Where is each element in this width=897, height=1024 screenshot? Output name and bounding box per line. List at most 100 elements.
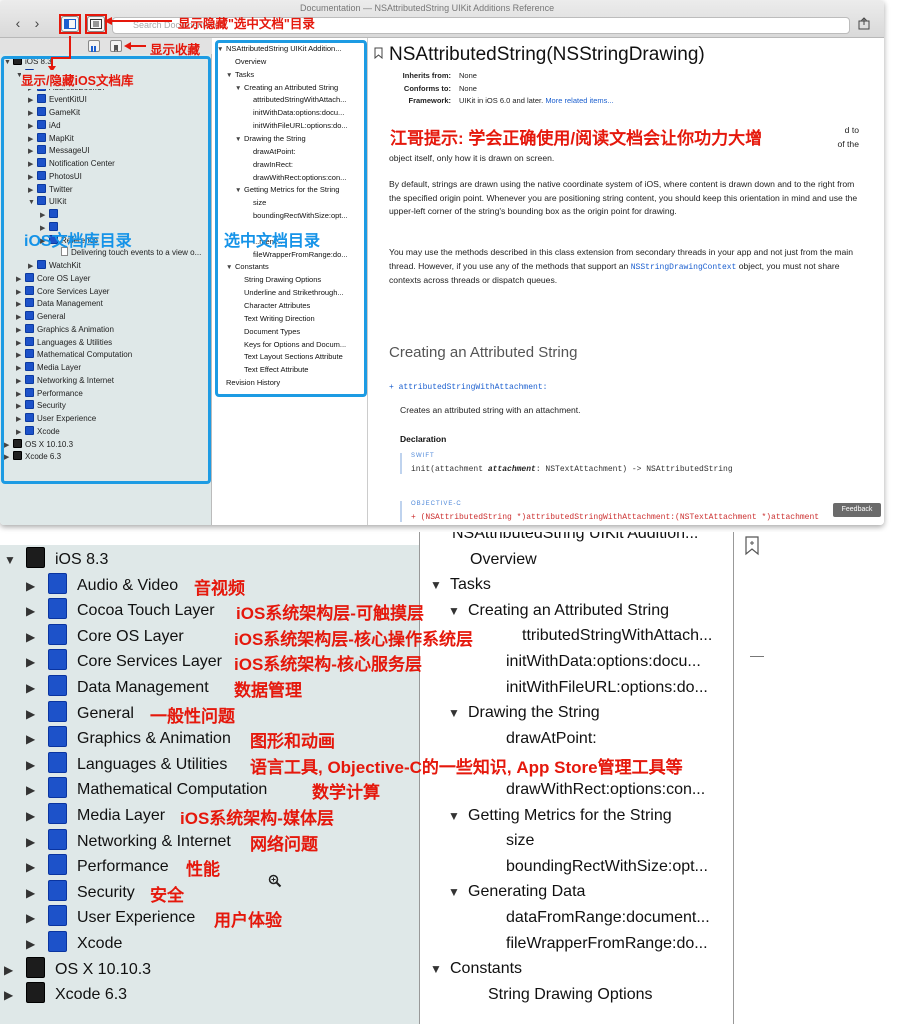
disclosure-closed-icon[interactable]: ▶ bbox=[26, 881, 48, 905]
zoom-annotation: 数学计算 bbox=[312, 783, 380, 803]
zoom-toc-row[interactable]: ▼ Generating Data bbox=[448, 880, 585, 904]
zoom-annotation: 数据管理 bbox=[234, 681, 302, 700]
share-icon[interactable] bbox=[858, 17, 871, 30]
disclosure-open-icon[interactable]: ▼ bbox=[448, 804, 468, 828]
zoom-toc-row[interactable]: fileWrapperFromRange:do... bbox=[506, 932, 708, 956]
swift-code: init(attachment attachment: NSTextAttach… bbox=[411, 465, 870, 474]
zoom-toc-row-label: Generating Data bbox=[468, 883, 586, 901]
disclosure-closed-icon[interactable]: ▶ bbox=[26, 778, 48, 802]
disclosure-closed-icon[interactable]: ▶ bbox=[26, 830, 48, 854]
book-icon bbox=[48, 700, 67, 722]
disclosure-closed-icon[interactable]: ▶ bbox=[26, 625, 48, 649]
zoom-library-row-label: Audio & Video bbox=[77, 576, 179, 594]
zoom-library-row-label: Graphics & Animation bbox=[77, 730, 231, 748]
zoom-toc-row[interactable]: ▼ Constants bbox=[430, 957, 522, 981]
zoom-library-row-label: Media Layer bbox=[77, 807, 166, 824]
related-items-link[interactable]: More related items... bbox=[545, 96, 613, 105]
disclosure-open-icon[interactable]: ▼ bbox=[4, 548, 26, 572]
zoom-library-row[interactable]: ▶ Xcode bbox=[26, 931, 122, 955]
disclosure-closed-icon[interactable]: ▶ bbox=[26, 727, 48, 751]
zoom-library-row-label: OS X 10.10.3 bbox=[55, 960, 152, 978]
zoom-library-row[interactable]: ▶ Mathematical Computation bbox=[26, 777, 267, 801]
book-icon bbox=[26, 982, 45, 1004]
book-icon bbox=[48, 649, 67, 671]
disclosure-closed-icon[interactable]: ▶ bbox=[26, 599, 48, 623]
zoom-library-row[interactable]: ▶ Core OS Layer bbox=[26, 623, 184, 649]
zoom-annotation: iOS系统架构层-可触摸层 bbox=[236, 604, 424, 624]
disclosure-closed-icon[interactable]: ▶ bbox=[26, 932, 48, 956]
zoom-toc-row[interactable]: ▼ Tasks bbox=[430, 573, 491, 597]
feedback-button[interactable]: Feedback bbox=[833, 503, 881, 517]
disclosure-closed-icon[interactable]: ▶ bbox=[26, 855, 48, 879]
zoom-toc-row-label: initWithData:options:docu... bbox=[506, 653, 701, 670]
zoom-library-row[interactable]: ▼ iOS 8.3 bbox=[4, 547, 108, 571]
disclosure-closed-icon[interactable]: ▶ bbox=[4, 983, 26, 1007]
disclosure-open-icon[interactable]: ▼ bbox=[430, 573, 450, 597]
zoom-library-row-label: Cocoa Touch Layer bbox=[77, 602, 215, 620]
zoom-library-row[interactable]: ▶ Media Layer bbox=[26, 803, 165, 827]
zoom-library-row[interactable]: ▶ Cocoa Touch Layer bbox=[26, 598, 215, 622]
zoom-library-row[interactable]: ▶ Data Management bbox=[26, 675, 209, 699]
zoom-library-row-label: General bbox=[77, 704, 134, 722]
zoom-toc-row[interactable]: Overview bbox=[470, 548, 537, 572]
zoom-toc-row-label: Overview bbox=[470, 550, 537, 568]
zoom-library-row[interactable]: ▶ Xcode 6.3 bbox=[4, 982, 127, 1006]
disclosure-closed-icon[interactable]: ▶ bbox=[26, 753, 48, 777]
zoom-annotation: 用户体验 bbox=[214, 911, 282, 931]
disclosure-open-icon[interactable]: ▼ bbox=[448, 880, 468, 904]
disclosure-closed-icon[interactable]: ▶ bbox=[26, 906, 48, 930]
zoom-library-row[interactable]: ▶ Security bbox=[26, 879, 135, 905]
disclosure-closed-icon[interactable]: ▶ bbox=[26, 574, 48, 598]
zoom-toc-row[interactable]: ttributedStringWithAttach... bbox=[522, 624, 712, 648]
zoom-library-row[interactable]: ▶ User Experience bbox=[26, 905, 195, 929]
zoom-toc-row[interactable]: drawWithRect:options:con... bbox=[506, 778, 705, 802]
zoom-library-row-label: Data Management bbox=[77, 679, 209, 696]
zoom-library-row[interactable]: ▶ Graphics & Animation bbox=[26, 726, 231, 750]
nsstringdrawingcontext-link[interactable]: NSStringDrawingContext bbox=[631, 263, 737, 272]
disclosure-closed-icon[interactable]: ▶ bbox=[4, 958, 26, 982]
zoom-toc-row[interactable]: size bbox=[506, 829, 534, 853]
zoom-library-row[interactable]: ▶ Audio & Video bbox=[26, 572, 179, 598]
annotation-show-favorites: 显示收藏 bbox=[150, 43, 201, 57]
zoom-toc-row[interactable]: initWithData:options:docu... bbox=[506, 650, 701, 674]
zoom-library-row[interactable]: ▶ General bbox=[26, 700, 134, 726]
disclosure-closed-icon[interactable]: ▶ bbox=[26, 650, 48, 674]
disclosure-closed-icon[interactable]: ▶ bbox=[26, 676, 48, 700]
document-content: NSAttributedString(NSStringDrawing) Inhe… bbox=[369, 38, 884, 525]
zoom-library-row-label: Performance bbox=[77, 858, 169, 876]
zoom-toc-row[interactable]: dataFromRange:document... bbox=[506, 906, 710, 930]
disclosure-closed-icon[interactable]: ▶ bbox=[26, 804, 48, 828]
zoom-library-row[interactable]: ▶ OS X 10.10.3 bbox=[4, 956, 152, 982]
zoom-toc-row[interactable]: NSAttributedString UIKit Addition... bbox=[452, 532, 698, 546]
zoom-toc-row-label: drawAtPoint: bbox=[506, 729, 597, 747]
method-link[interactable]: + attributedStringWithAttachment: bbox=[389, 383, 547, 392]
disclosure-closed-icon[interactable]: ▶ bbox=[26, 702, 48, 726]
zoom-toc-row-label: boundingRectWithSize:opt... bbox=[506, 857, 708, 875]
disclosure-open-icon[interactable]: ▼ bbox=[430, 957, 450, 981]
zoom-toc-row[interactable]: initWithFileURL:options:do... bbox=[506, 676, 708, 700]
swift-code-b: : NSTextAttachment) -> NSAttributedStrin… bbox=[535, 465, 733, 474]
disclosure-open-icon[interactable]: ▼ bbox=[448, 701, 468, 725]
zoom-library-row[interactable]: ▶ Networking & Internet bbox=[26, 828, 231, 854]
book-icon bbox=[48, 675, 67, 696]
arrow-head bbox=[124, 42, 131, 50]
zoom-toc-row[interactable]: boundingRectWithSize:opt... bbox=[506, 855, 708, 879]
zoom-library-row[interactable]: ▶ Performance bbox=[26, 854, 169, 878]
zoom-library-row[interactable]: ▶ Languages & Utilities bbox=[26, 751, 227, 777]
zoom-toc-row[interactable]: ▼ Drawing the String bbox=[448, 701, 600, 725]
zoom-annotation: 性能 bbox=[186, 860, 220, 880]
zoom-toc-row[interactable]: ▼ Getting Metrics for the String bbox=[448, 804, 672, 828]
book-icon bbox=[48, 777, 67, 799]
zoom-toc-row[interactable]: ▼ Creating an Attributed String bbox=[448, 599, 669, 623]
bookmark-icon[interactable] bbox=[744, 536, 760, 556]
disclosure-open-icon[interactable]: ▼ bbox=[448, 599, 468, 623]
collapse-dash bbox=[750, 656, 764, 657]
zoom-toc-row-label: dataFromRange:document... bbox=[506, 909, 710, 926]
bookmark-icon[interactable] bbox=[374, 47, 383, 59]
zoom-library-row[interactable]: ▶ Core Services Layer bbox=[26, 649, 222, 673]
swift-declaration: SWIFT init(attachment attachment: NSText… bbox=[400, 453, 870, 474]
zoom-toc-row[interactable]: drawAtPoint: bbox=[506, 727, 597, 751]
framework-text: UIKit in iOS 6.0 and later. bbox=[459, 96, 544, 105]
swift-label: SWIFT bbox=[411, 453, 435, 459]
zoom-toc-row[interactable]: String Drawing Options bbox=[488, 983, 653, 1007]
